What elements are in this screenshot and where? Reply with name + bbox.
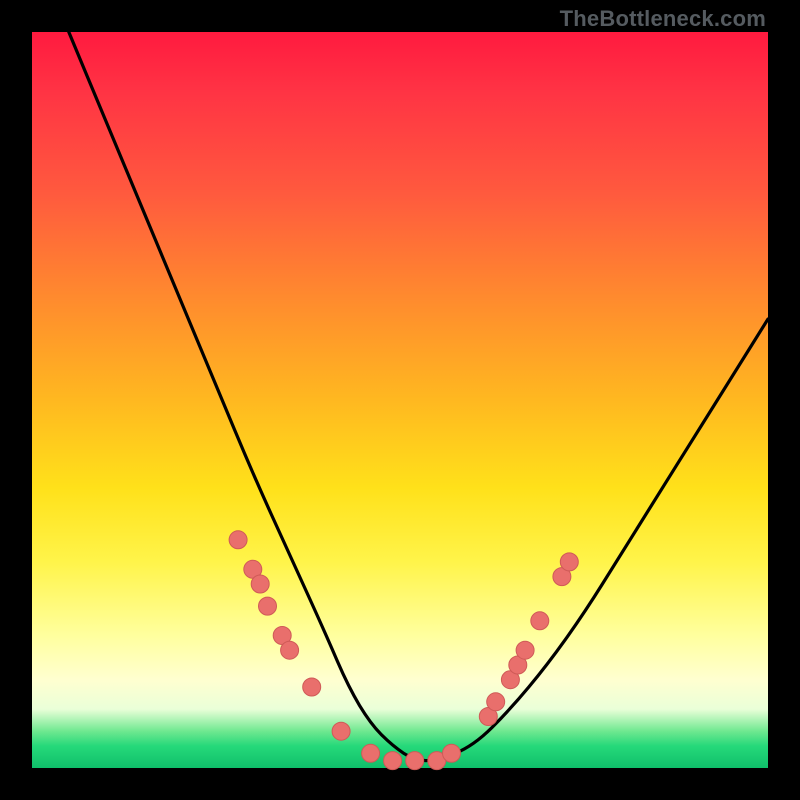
- data-point: [332, 722, 350, 740]
- bottleneck-curve: [69, 32, 768, 761]
- chart-frame: TheBottleneck.com: [0, 0, 800, 800]
- attribution-label: TheBottleneck.com: [560, 6, 766, 32]
- data-points: [229, 531, 578, 770]
- data-point: [281, 641, 299, 659]
- data-point: [229, 531, 247, 549]
- data-point: [259, 597, 277, 615]
- data-point: [362, 744, 380, 762]
- data-point: [251, 575, 269, 593]
- data-point: [443, 744, 461, 762]
- data-point: [303, 678, 321, 696]
- data-point: [384, 752, 402, 770]
- data-point: [560, 553, 578, 571]
- data-point: [531, 612, 549, 630]
- data-point: [487, 693, 505, 711]
- plot-area: [32, 32, 768, 768]
- chart-svg: [32, 32, 768, 768]
- data-point: [516, 641, 534, 659]
- data-point: [406, 752, 424, 770]
